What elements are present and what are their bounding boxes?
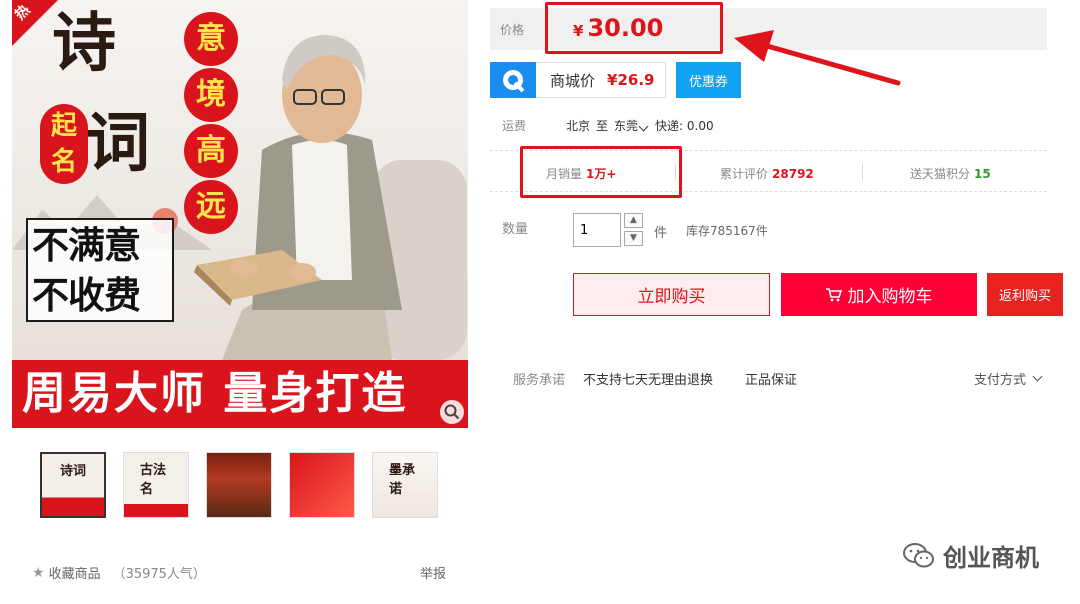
points-label: 送天猫积分 <box>910 167 971 181</box>
shipping-row: 运费 北京 至 东莞 快递: 0.00 <box>502 117 714 134</box>
elderly-man-reading-illustration <box>194 35 467 360</box>
payment-methods-dropdown[interactable]: 支付方式 <box>974 369 1043 388</box>
magnifier-icon[interactable] <box>440 400 464 424</box>
mall-price-box: 商城价 ¥26.9 <box>536 62 666 98</box>
payment-label: 支付方式 <box>974 373 1027 388</box>
favorite-count: （35975人气） <box>112 567 206 582</box>
red-arrow-annotation <box>734 30 901 86</box>
quantity-unit: 件 <box>654 226 668 241</box>
ship-destination: 东莞 <box>614 119 639 133</box>
favorite-link[interactable]: ★ 收藏商品 （35975人气） <box>32 563 206 583</box>
price-label: 价格 <box>500 23 525 37</box>
mall-price-label: 商城价 <box>550 71 596 90</box>
main-product-image[interactable]: 热 诗 起名 词 意 境 高 远 不满意 不收费 周易大师 量身打造 <box>12 0 468 428</box>
service-label: 服务承诺 <box>513 373 566 388</box>
reviews-value: 28792 <box>772 167 814 181</box>
ship-method: 快递: 0.00 <box>655 119 714 133</box>
thumbnail-mark: 诗词 <box>59 464 87 479</box>
quantity-decrease-button[interactable]: ▼ <box>624 231 643 246</box>
chevron-down-icon <box>638 121 649 132</box>
chevron-down-icon <box>1032 371 1043 382</box>
favorite-label: 收藏商品 <box>48 567 101 582</box>
poem-char-ci: 词 <box>86 106 150 181</box>
thumbnail-4[interactable] <box>289 452 355 518</box>
add-to-cart-button[interactable]: 加入购物车 <box>781 273 977 316</box>
report-link[interactable]: 举报 <box>420 563 446 582</box>
sales-highlight-box <box>520 146 682 198</box>
thumbnail-strip: 诗词 古法名 墨承诺 <box>40 452 438 518</box>
ship-to-word: 至 <box>596 119 609 133</box>
reviews-stat[interactable]: 累计评价 28792 <box>720 165 814 182</box>
price-highlight-box <box>545 2 723 54</box>
guarantee-line: 不收费 <box>32 273 141 317</box>
poem-char-shi: 诗 <box>52 6 116 81</box>
wechat-icon <box>903 542 934 567</box>
thumbnail-mark: 墨承诺 <box>389 463 416 497</box>
service-promise-row: 服务承诺 不支持七天无理由退换 正品保证 <box>513 369 797 388</box>
coupon-button[interactable]: 优惠券 <box>676 62 741 98</box>
buy-now-label: 立即购买 <box>637 287 706 307</box>
star-icon: ★ <box>32 564 45 581</box>
stat-divider <box>862 163 863 181</box>
quantity-label: 数量 <box>502 222 529 237</box>
thumbnail-mark: 古法名 <box>140 463 167 497</box>
qiming-badge: 起名 <box>40 104 88 184</box>
guarantee-line: 不满意 <box>32 223 141 267</box>
rebate-buy-label: 返利购买 <box>998 289 1051 304</box>
watermark-text: 创业商机 <box>943 544 1039 572</box>
stock-count: 库存785167件 <box>686 224 768 238</box>
wechat-watermark: 创业商机 <box>903 538 1039 573</box>
shipping-label: 运费 <box>502 119 527 133</box>
rebate-buy-button[interactable]: 返利购买 <box>987 273 1063 316</box>
quantity-increase-button[interactable]: ▲ <box>624 213 643 228</box>
points-stat: 送天猫积分 15 <box>910 165 991 182</box>
mall-q-logo-icon <box>490 62 536 98</box>
mall-price-row: 商城价 ¥26.9 优惠券 <box>490 62 741 98</box>
service-item: 正品保证 <box>745 373 798 388</box>
thumbnail-3[interactable] <box>206 452 272 518</box>
guarantee-stamp: 不满意 不收费 <box>26 218 174 322</box>
add-to-cart-label: 加入购物车 <box>847 287 933 307</box>
service-item: 不支持七天无理由退换 <box>583 373 714 388</box>
ship-from: 北京 <box>566 119 591 133</box>
cart-icon <box>825 287 842 301</box>
product-banner: 周易大师 量身打造 <box>12 360 468 428</box>
buy-now-button[interactable]: 立即购买 <box>573 273 770 316</box>
thumbnail-5[interactable]: 墨承诺 <box>372 452 438 518</box>
reviews-label: 累计评价 <box>720 167 769 181</box>
thumbnail-2[interactable]: 古法名 <box>123 452 189 518</box>
thumbnail-1[interactable]: 诗词 <box>40 452 106 518</box>
mall-price-value: ¥26.9 <box>607 71 655 89</box>
points-value: 15 <box>974 167 991 181</box>
quantity-input[interactable] <box>573 213 621 247</box>
ship-destination-dropdown[interactable]: 东莞 <box>614 117 649 134</box>
